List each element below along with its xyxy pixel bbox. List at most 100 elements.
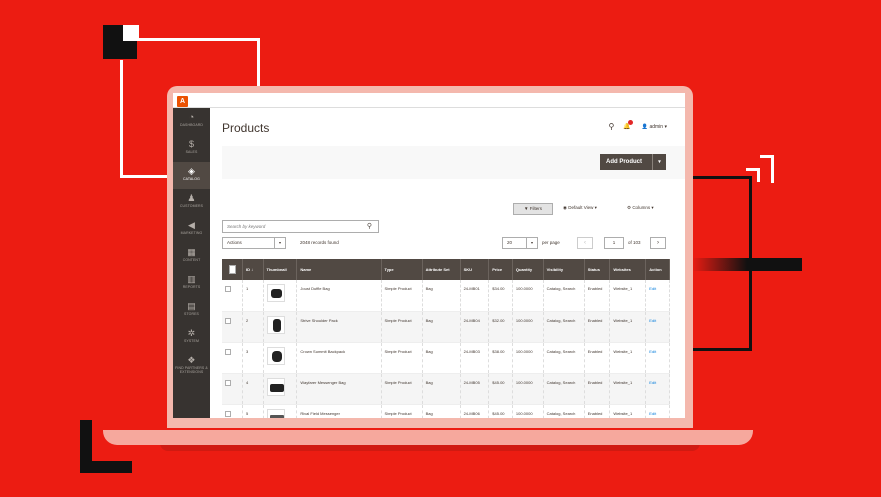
col-name[interactable]: Name xyxy=(296,259,382,280)
chevron-down-icon[interactable]: ▾ xyxy=(652,154,666,170)
product-thumbnail[interactable] xyxy=(266,284,285,302)
filters-button[interactable]: ▼ Filters xyxy=(513,203,553,215)
deco-line-left-horizontal xyxy=(120,175,170,178)
sidebar-item-stores[interactable]: ▤ STORES xyxy=(173,297,210,324)
search-icon[interactable]: ⚲ xyxy=(609,122,615,131)
logo[interactable]: A xyxy=(177,96,188,107)
add-product-label: Add Product xyxy=(606,159,642,165)
page-actions: Add Product ▾ xyxy=(222,146,685,179)
page-input[interactable]: 1 xyxy=(604,237,624,249)
sidebar-item-partners[interactable]: ❖ FIND PARTNERS & EXTENSIONS xyxy=(173,351,210,378)
catalog-icon: ◈ xyxy=(187,166,196,176)
reports-icon: ▥ xyxy=(187,274,196,284)
sidebar-item-dashboard[interactable]: ◔ DASHBOARD xyxy=(173,108,210,135)
cell-price: $45.00 xyxy=(488,404,513,418)
cell-visibility: Catalog, Search xyxy=(543,280,585,312)
col-id[interactable]: ID ↓ xyxy=(242,259,264,280)
filter-icon: ▼ xyxy=(524,206,529,211)
cell-quantity: 100.0000 xyxy=(512,404,544,418)
cell-thumbnail xyxy=(263,373,298,405)
actions-select[interactable]: Actions ▾ xyxy=(222,237,286,249)
product-thumbnail[interactable] xyxy=(266,346,285,365)
cell-type: Simple Product xyxy=(381,280,423,312)
row-select xyxy=(222,342,244,374)
product-thumbnail[interactable] xyxy=(266,408,285,418)
cell-attribute-set: Bag xyxy=(422,373,461,405)
col-attribute-set[interactable]: Attribute Set xyxy=(422,259,461,280)
deco-gradient-bar xyxy=(692,258,802,271)
product-thumbnail[interactable] xyxy=(266,377,285,396)
prev-page-button[interactable]: ‹ xyxy=(577,237,593,249)
view-label: Default View ▾ xyxy=(568,205,597,210)
search-placeholder: Search by keyword xyxy=(227,224,266,229)
row-checkbox[interactable] xyxy=(225,286,231,292)
sidebar-item-reports[interactable]: ▥ REPORTS xyxy=(173,270,210,297)
select-all-header[interactable] xyxy=(222,259,244,280)
col-type[interactable]: Type xyxy=(381,259,423,280)
col-websites[interactable]: Websites xyxy=(609,259,647,280)
sidebar-item-label: CONTENT xyxy=(182,258,201,262)
cell-type: Simple Product xyxy=(381,373,423,405)
product-thumbnail[interactable] xyxy=(266,315,285,334)
cell-id: 4 xyxy=(242,373,264,405)
sidebar-item-system[interactable]: ✲ SYSTEM xyxy=(173,324,210,351)
user-menu[interactable]: 👤 admin ▾ xyxy=(642,124,667,130)
per-page-select[interactable]: 20 ▾ xyxy=(502,237,538,249)
deco-line-left xyxy=(120,60,123,178)
cell-status: Enabled xyxy=(584,311,611,343)
search-input[interactable]: Search by keyword ⚲ xyxy=(222,220,379,233)
sidebar-item-customers[interactable]: ♟ CUSTOMERS xyxy=(173,189,210,216)
table-row[interactable]: 1 Joust Duffle Bag Simple Product Bag 24… xyxy=(222,280,670,312)
cell-thumbnail xyxy=(263,280,298,312)
select-all-checkbox[interactable] xyxy=(228,264,236,274)
sidebar-item-label: SYSTEM xyxy=(184,339,199,343)
sidebar-item-label: DASHBOARD xyxy=(179,123,204,127)
sidebar-item-content[interactable]: ▦ CONTENT xyxy=(173,243,210,270)
search-icon[interactable]: ⚲ xyxy=(367,221,372,232)
table-row[interactable]: 2 Strive Shoulder Pack Simple Product Ba… xyxy=(222,311,670,343)
columns-button[interactable]: ⚙ Columns ▾ xyxy=(627,205,654,211)
row-checkbox[interactable] xyxy=(225,317,231,324)
cell-status: Enabled xyxy=(584,280,611,312)
cell-websites: Website_1 xyxy=(609,342,647,374)
sidebar-item-label: CUSTOMERS xyxy=(179,204,204,208)
sidebar-item-marketing[interactable]: ◀ MARKETING xyxy=(173,216,210,243)
col-thumbnail[interactable]: Thumbnail xyxy=(263,259,298,280)
cell-id: 1 xyxy=(242,280,264,312)
col-quantity[interactable]: Quantity xyxy=(512,259,544,280)
table-row[interactable]: 3 Crown Summit Backpack Simple Product B… xyxy=(222,342,670,374)
table-row[interactable]: 5 Rival Field Messenger Simple Product B… xyxy=(222,404,670,418)
row-checkbox[interactable] xyxy=(225,348,231,355)
edit-link[interactable]: Edit xyxy=(649,286,656,291)
next-page-button[interactable]: › xyxy=(650,237,666,249)
row-checkbox[interactable] xyxy=(225,379,231,386)
edit-link[interactable]: Edit xyxy=(649,318,656,323)
col-status[interactable]: Status xyxy=(584,259,611,280)
col-price[interactable]: Price xyxy=(488,259,513,280)
user-icon: 👤 xyxy=(641,123,649,130)
cell-visibility: Catalog, Search xyxy=(543,373,585,405)
per-page-value: 20 xyxy=(507,240,513,245)
add-product-button[interactable]: Add Product ▾ xyxy=(600,154,666,170)
row-checkbox[interactable] xyxy=(225,410,231,417)
sidebar-item-sales[interactable]: $ SALES xyxy=(173,135,210,162)
default-view-button[interactable]: ◉ Default View ▾ xyxy=(563,205,597,211)
col-sku[interactable]: SKU xyxy=(460,259,490,280)
cell-attribute-set: Bag xyxy=(422,404,461,418)
edit-link[interactable]: Edit xyxy=(649,411,656,416)
col-visibility[interactable]: Visibility xyxy=(543,259,585,280)
marketing-icon: ◀ xyxy=(187,220,196,230)
table-row[interactable]: 4 Wayfarer Messenger Bag Simple Product … xyxy=(222,373,670,405)
deco-line-top-vertical xyxy=(257,38,260,86)
sidebar-item-label: CATALOG xyxy=(183,177,200,181)
edit-link[interactable]: Edit xyxy=(649,349,656,354)
bell-icon[interactable]: 🔔 xyxy=(623,120,633,130)
sidebar-item-catalog[interactable]: ◈ CATALOG xyxy=(173,162,210,189)
cell-status: Enabled xyxy=(584,404,611,418)
partners-icon: ❖ xyxy=(187,355,196,365)
edit-link[interactable]: Edit xyxy=(649,380,656,385)
cell-sku: 24-MB03 xyxy=(460,342,490,374)
user-name: admin ▾ xyxy=(649,123,667,130)
filters-label: Filters xyxy=(529,206,542,211)
cell-quantity: 100.0000 xyxy=(512,342,544,374)
